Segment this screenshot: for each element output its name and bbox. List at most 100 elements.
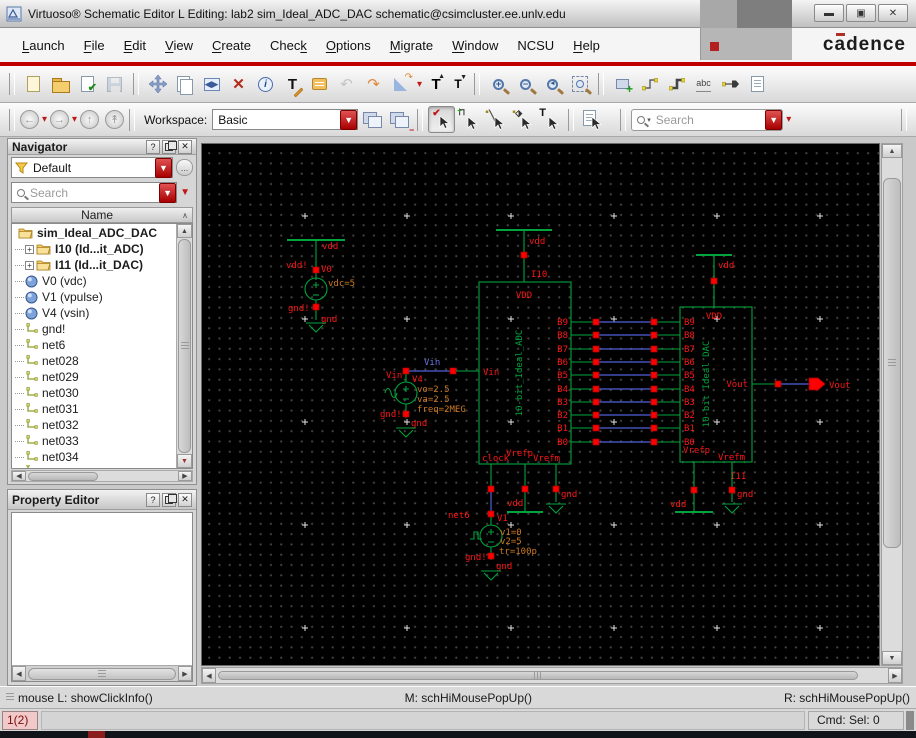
adc-bit-pin[interactable] — [592, 331, 600, 339]
v0-prop-vdc[interactable]: vdc=5 — [328, 279, 355, 289]
scroll-thumb[interactable] — [28, 667, 176, 680]
toolbar-grip[interactable] — [901, 108, 907, 131]
vout-wire-pin[interactable] — [774, 380, 782, 388]
expand-icon[interactable]: + — [25, 244, 34, 254]
minimize-button[interactable]: ▬ — [814, 4, 844, 22]
dac-vrefp-vdd-label[interactable]: vdd — [670, 500, 686, 510]
canvas-horizontal-scrollbar[interactable]: ◀ ▶ — [201, 667, 903, 684]
scroll-up-arrow[interactable]: ▲ — [177, 224, 192, 238]
adc-power-label[interactable]: VDD — [516, 291, 532, 301]
scroll-thumb[interactable] — [28, 471, 98, 481]
tree-item-net6[interactable]: net6 — [12, 337, 176, 353]
toolbar-grip[interactable] — [9, 108, 15, 131]
v0-net-bot-label[interactable]: gnd! — [288, 304, 310, 314]
adc-vrefp-pin-label[interactable]: Vrefp — [506, 449, 533, 459]
adc-bit-pin[interactable] — [592, 371, 600, 379]
create-wire-name-button[interactable]: abc — [690, 71, 717, 98]
back-dropdown-arrow[interactable]: ▾ — [42, 114, 47, 125]
adc-bit-label[interactable]: B5 — [557, 371, 568, 381]
v1-net-top-label[interactable]: net6 — [448, 511, 470, 521]
search-options-arrow[interactable]: ▾ — [786, 114, 791, 125]
v4-prop-freq[interactable]: freq=2MEG — [417, 405, 466, 415]
shrink-text-button[interactable]: T ▼ — [447, 71, 469, 98]
tree-item-sim_Ideal_ADC_DAC[interactable]: sim_Ideal_ADC_DAC — [12, 225, 176, 241]
adc-cell-label[interactable]: 10-bit_Ideal_ADC — [515, 330, 525, 417]
toolbar-grip[interactable] — [9, 73, 15, 95]
v4-net-label[interactable]: Vin — [386, 371, 402, 381]
v0-minus-pin[interactable] — [312, 303, 320, 311]
property-editor-float-button[interactable] — [162, 492, 177, 507]
select-mode-instance-button[interactable]: ⊓ + — [455, 106, 482, 133]
adc-bit-label[interactable]: B2 — [557, 411, 568, 421]
vin-wire-label[interactable]: Vin — [424, 358, 440, 368]
tree-item-partial[interactable] — [12, 465, 176, 468]
ascend-button[interactable]: ↑ — [80, 110, 100, 129]
open-button[interactable] — [47, 71, 74, 98]
dac-bit-pin[interactable] — [650, 424, 658, 432]
vin-wire-pin[interactable] — [449, 367, 457, 375]
scroll-down-arrow[interactable]: ▼ — [177, 454, 192, 468]
toolbar-grip[interactable] — [129, 108, 136, 131]
tree-item-net031[interactable]: net031 — [12, 401, 176, 417]
adc-bit-pin[interactable] — [592, 438, 600, 446]
query-properties-button[interactable]: i — [252, 71, 279, 98]
v1-net-bot-label[interactable]: gnd! — [465, 553, 487, 563]
tree-item-net029[interactable]: net029 — [12, 369, 176, 385]
select-mode-pin-button[interactable]: ▪ ⬗ — [509, 106, 536, 133]
adc-bit-pin[interactable] — [592, 385, 600, 393]
dac-bit-pin[interactable] — [650, 345, 658, 353]
tree-horizontal-scrollbar[interactable]: ◀ ▶ — [11, 470, 193, 482]
scroll-left-arrow[interactable]: ◀ — [12, 666, 26, 681]
stretch-button[interactable]: ◀▶ — [198, 71, 225, 98]
canvas-vertical-scrollbar[interactable]: ▲ ▼ — [881, 143, 903, 666]
select-mode-label-button[interactable]: T — [536, 106, 563, 133]
navigator-search-options-arrow[interactable]: ▼ — [180, 187, 190, 198]
toolbar-grip[interactable] — [598, 73, 605, 95]
create-instance-button[interactable]: + — [609, 71, 636, 98]
zoom-out-button[interactable]: − — [512, 71, 539, 98]
maximize-button[interactable]: ▣ — [846, 4, 876, 22]
dac-vout-pin-label[interactable]: Vout — [726, 380, 748, 390]
close-button[interactable]: ✕ — [878, 4, 908, 22]
dac-bit-pin[interactable] — [650, 358, 658, 366]
dac-bit-pin[interactable] — [650, 318, 658, 326]
dac-bit-pin[interactable] — [650, 438, 658, 446]
dac-vrefm-gnd-label[interactable]: gnd — [737, 490, 753, 500]
v1-prop-v2[interactable]: v2=5 — [500, 537, 522, 547]
dac-cell-label[interactable]: 10-bit Ideal DAC — [702, 341, 712, 428]
adc-bit-label[interactable]: B6 — [557, 358, 568, 368]
dac-vrefm-pin-label[interactable]: Vrefm — [718, 453, 745, 463]
tree-item-net033[interactable]: net033 — [12, 433, 176, 449]
navigator-filter-combo[interactable]: Default ▼ — [11, 157, 173, 178]
menu-window[interactable]: Window — [452, 38, 498, 53]
zoom-previous-button[interactable]: ◂ — [539, 71, 566, 98]
adc-vrefm-gnd-label[interactable]: gnd — [561, 490, 577, 500]
tree-item-I10 (Id...it_ADC)[interactable]: + I10 (Id...it_ADC) — [12, 241, 176, 257]
v0-name-label[interactable]: V0 — [321, 265, 332, 275]
v4-bot-pin[interactable] — [402, 410, 410, 418]
search-dropdown-arrow[interactable]: ▼ — [765, 109, 783, 130]
adc-bit-label[interactable]: B4 — [557, 385, 568, 395]
scroll-up-arrow[interactable]: ▲ — [882, 144, 902, 158]
delete-button[interactable]: ✕ — [225, 71, 252, 98]
adc-rail-label[interactable]: vdd — [529, 237, 545, 247]
menu-ncsu[interactable]: NCSU — [517, 38, 554, 53]
scroll-right-arrow[interactable]: ▶ — [888, 668, 902, 683]
adc-bit-label[interactable]: B3 — [557, 398, 568, 408]
scroll-thumb[interactable] — [218, 671, 858, 680]
filter-options-button[interactable]: ... — [176, 159, 193, 176]
tree-item-net028[interactable]: net028 — [12, 353, 176, 369]
create-wide-wire-button[interactable] — [663, 71, 690, 98]
adc-bit-pin[interactable] — [592, 424, 600, 432]
v1-name-label[interactable]: V1 — [497, 514, 508, 524]
vdc-source-v0[interactable]: vdd vdd! V0 vdc=5 gnd! gnd — [286, 239, 355, 333]
navigator-search-dropdown[interactable]: ▼ — [159, 182, 177, 203]
adc-clock-pin[interactable] — [487, 485, 495, 493]
select-mode-all-button[interactable]: ✔ — [428, 106, 456, 133]
create-note-button[interactable] — [306, 71, 333, 98]
v0-rail-label[interactable]: vdd — [322, 242, 338, 252]
vout-output-pin[interactable] — [808, 377, 826, 391]
property-editor-close-button[interactable]: ✕ — [178, 492, 192, 507]
adc-vrefp-vdd-label[interactable]: vdd — [507, 499, 523, 509]
zoom-in-button[interactable]: + — [485, 71, 512, 98]
